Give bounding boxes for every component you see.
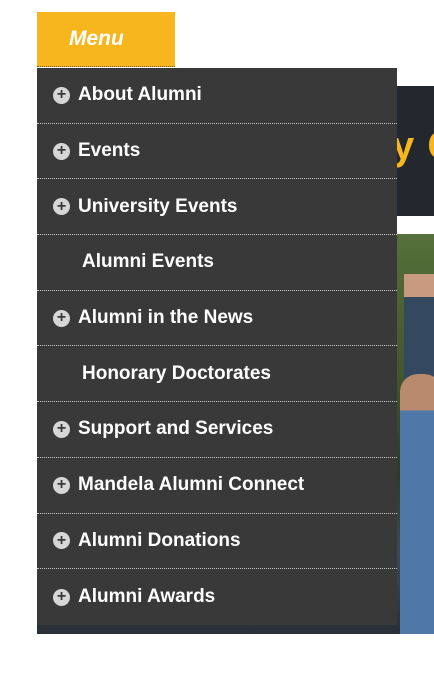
nav-item-about-alumni[interactable]: + About Alumni — [37, 68, 397, 124]
nav-item-label: Honorary Doctorates — [82, 362, 271, 384]
nav-item-mandela-alumni-connect[interactable]: + Mandela Alumni Connect — [37, 458, 397, 514]
menu-toggle-label: Menu — [69, 27, 124, 50]
nav-item-label: About Alumni — [78, 84, 202, 106]
nav-item-support-and-services[interactable]: + Support and Services — [37, 402, 397, 458]
nav-item-alumni-awards[interactable]: + Alumni Awards — [37, 569, 397, 625]
banner-heading: y C — [396, 124, 434, 168]
banner: y C — [396, 86, 434, 216]
expand-plus-icon[interactable]: + — [53, 588, 70, 606]
expand-plus-icon[interactable]: + — [53, 142, 70, 160]
expand-plus-icon[interactable]: + — [53, 532, 70, 550]
expand-plus-icon[interactable]: + — [53, 420, 70, 438]
nav-item-label: Support and Services — [78, 418, 274, 440]
nav-item-honorary-doctorates[interactable]: Honorary Doctorates — [37, 346, 397, 403]
nav-item-label: Alumni Donations — [78, 529, 241, 551]
nav-item-alumni-donations[interactable]: + Alumni Donations — [37, 514, 397, 570]
expand-plus-icon[interactable]: + — [53, 309, 70, 327]
nav-dropdown: + About Alumni + Events + University Eve… — [37, 68, 397, 625]
nav-item-label: Mandela Alumni Connect — [78, 474, 305, 496]
expand-plus-icon[interactable]: + — [53, 476, 70, 494]
menu-toggle-button[interactable]: Menu — [37, 12, 175, 67]
expand-plus-icon[interactable]: + — [53, 86, 70, 104]
nav-item-university-events[interactable]: + University Events — [37, 179, 397, 236]
nav-item-alumni-in-the-news[interactable]: + Alumni in the News — [37, 291, 397, 347]
nav-item-label: Alumni in the News — [78, 307, 254, 329]
photo-person — [400, 374, 434, 634]
expand-plus-icon[interactable]: + — [53, 198, 70, 216]
nav-item-alumni-events[interactable]: Alumni Events — [37, 235, 397, 291]
nav-item-events[interactable]: + Events — [37, 124, 397, 180]
nav-item-label: Events — [78, 140, 141, 162]
nav-item-label: University Events — [78, 195, 238, 217]
nav-item-label: Alumni Events — [82, 251, 214, 273]
nav-item-label: Alumni Awards — [78, 586, 216, 608]
